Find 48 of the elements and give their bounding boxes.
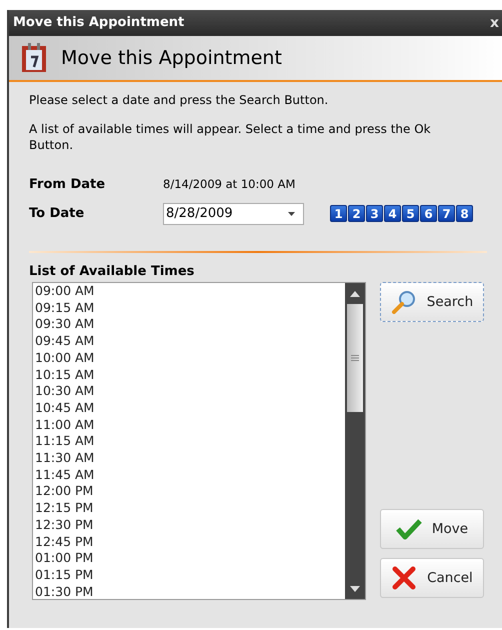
- time-item[interactable]: 12:30 PM: [35, 516, 345, 534]
- times-list[interactable]: 09:00 AM 09:15 AM 09:30 AM 09:45 AM 10:00 AM 10:15 AM 10:30 AM 10:45 AM 11:00 AM 11:15 AM 11:30 AM 11:45 AM 12:00 PM 12:15 PM 12:30 PM 12:45 PM 01:00 PM 01:15 PM 01:30 PM: [32, 282, 366, 600]
- time-item[interactable]: 09:45 AM: [35, 333, 345, 350]
- week-button[interactable]: 8: [456, 205, 473, 222]
- calendar-icon: [21, 43, 47, 73]
- to-date-label: To Date: [29, 204, 86, 223]
- time-item[interactable]: 09:15 AM: [35, 300, 345, 316]
- time-item[interactable]: 01:15 PM: [35, 566, 345, 584]
- week-button[interactable]: 4: [384, 205, 401, 222]
- time-item[interactable]: 11:30 AM: [35, 450, 345, 467]
- time-item[interactable]: 10:00 AM: [35, 350, 345, 367]
- week-button[interactable]: 2: [348, 205, 365, 222]
- header-title: Move this Appointment: [61, 46, 282, 71]
- time-item[interactable]: 10:15 AM: [35, 366, 345, 384]
- list-label: List of Available Times: [28, 262, 196, 280]
- week-button[interactable]: 6: [420, 205, 437, 222]
- time-item[interactable]: 11:45 AM: [35, 466, 345, 484]
- time-item[interactable]: 11:00 AM: [35, 416, 345, 434]
- time-item[interactable]: 10:30 AM: [35, 383, 345, 400]
- instruction-text: Please select a date and press the Search Button.: [28, 92, 330, 109]
- magnifier-icon: [390, 290, 417, 314]
- checkmark-icon: [396, 517, 422, 541]
- date-dropdown[interactable]: 8/28/2009: [163, 202, 304, 224]
- time-item[interactable]: 12:00 PM: [35, 483, 345, 500]
- search-button[interactable]: Search: [380, 282, 484, 322]
- time-item[interactable]: 01:30 PM: [35, 584, 345, 599]
- week-button[interactable]: 5: [402, 205, 419, 222]
- week-button[interactable]: 3: [366, 205, 383, 222]
- window-title: Move this Appointment: [13, 14, 184, 32]
- time-item[interactable]: 09:00 AM: [35, 283, 345, 300]
- move-button[interactable]: Move: [380, 509, 484, 549]
- week-button[interactable]: 7: [438, 205, 455, 222]
- cancel-button[interactable]: Cancel: [380, 558, 484, 598]
- time-item[interactable]: 11:15 AM: [35, 433, 345, 450]
- close-button[interactable]: x: [490, 12, 499, 34]
- scrollbar-thumb[interactable]: [346, 304, 363, 412]
- week-button[interactable]: 1: [330, 205, 347, 222]
- from-date-value: 8/14/2009 at 10:00 AM: [163, 176, 296, 194]
- instruction-text: A list of available times will appear. Select a time and press the Ok Button.: [28, 121, 432, 153]
- grip-icon: [350, 355, 359, 361]
- cross-icon: [391, 566, 418, 590]
- time-item[interactable]: 10:45 AM: [35, 400, 345, 417]
- from-date-label: From Date: [29, 176, 106, 194]
- time-item[interactable]: 09:30 AM: [35, 316, 345, 334]
- time-item[interactable]: 01:00 PM: [35, 550, 345, 567]
- time-item[interactable]: 12:45 PM: [35, 534, 345, 550]
- time-item[interactable]: 12:15 PM: [35, 500, 345, 517]
- dropdown-arrow-icon: [288, 212, 295, 216]
